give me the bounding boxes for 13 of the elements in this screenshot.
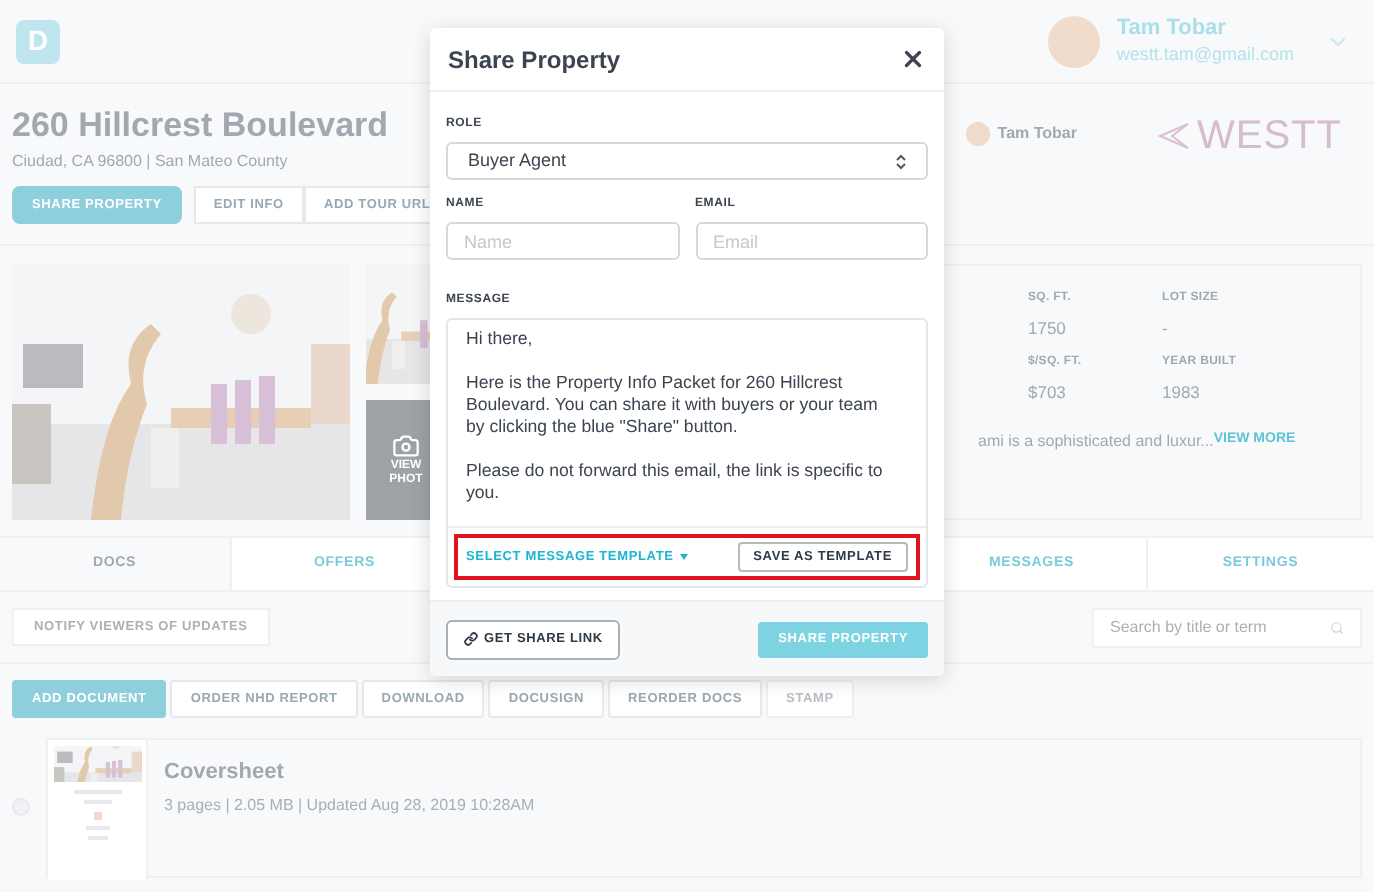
stat-value: 1983	[1162, 379, 1202, 405]
stat-value: 1750	[1028, 316, 1068, 342]
user-email: westt.tam@gmail.com	[1116, 43, 1294, 66]
stat-value: $703	[1028, 379, 1068, 405]
document-meta: 3 pages | 2.05 MB | Updated Aug 28, 2019 10:28AM	[164, 793, 535, 817]
description: ami is a sophisticated and luxur...	[978, 429, 1214, 453]
property-address: Ciudad, CA 96800 | San Mateo County	[12, 150, 290, 175]
document-title: Coversheet	[164, 758, 286, 788]
dialog-title: Share Property	[448, 43, 621, 77]
brand-logo: WESTT	[1197, 116, 1342, 156]
user-name: Tam Tobar	[1116, 16, 1228, 44]
agent-name: Tam Tobar	[997, 122, 1077, 146]
stat-value: -	[1162, 316, 1170, 342]
